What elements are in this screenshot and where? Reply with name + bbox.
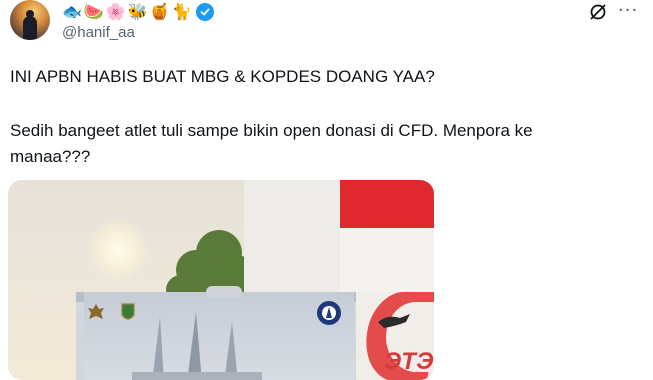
honey-pot-emoji: 🍯 — [149, 2, 170, 21]
display-name[interactable]: 🐟 🍉 🌸 🐝 🍯 🐈 — [62, 2, 214, 22]
avatar[interactable] — [10, 0, 50, 40]
monument-spires — [132, 312, 262, 380]
poster-text: ЭТЭ — [384, 348, 434, 375]
verified-badge-icon — [195, 3, 214, 21]
event-poster: ЭТЭ — [356, 292, 434, 380]
indonesian-flag — [340, 180, 434, 292]
banner-board — [76, 286, 366, 380]
tweet: 🐟 🍉 🌸 🐝 🍯 🐈 @hanif_aa ··· INI APBN HABIS… — [0, 0, 653, 380]
grok-icon[interactable] — [588, 2, 608, 22]
more-options-icon[interactable]: ··· — [618, 0, 638, 21]
author-handle[interactable]: @hanif_aa — [62, 24, 135, 41]
white-banner — [244, 180, 344, 292]
blossom-emoji: 🌸 — [105, 2, 126, 21]
avatar-person — [23, 16, 37, 40]
tweet-photo[interactable]: ЭТЭ — [8, 180, 434, 380]
tweet-text-line: INI APBN HABIS BUAT MBG & KOPDES DOANG Y… — [10, 67, 435, 86]
organization-logo-icon — [317, 301, 341, 325]
tweet-text-line: Sedih bangeet atlet tuli sampe bikin ope… — [10, 121, 533, 140]
watermelon-emoji: 🍉 — [83, 2, 104, 21]
garuda-emblem-icon — [88, 304, 104, 319]
fish-emoji: 🐟 — [62, 2, 82, 21]
tweet-text-line: manaa??? — [10, 147, 91, 166]
bee-emoji: 🐝 — [127, 2, 148, 21]
sun-glow — [88, 220, 148, 280]
cat-emoji: 🐈 — [171, 2, 192, 21]
diver-silhouette-icon — [378, 314, 410, 328]
